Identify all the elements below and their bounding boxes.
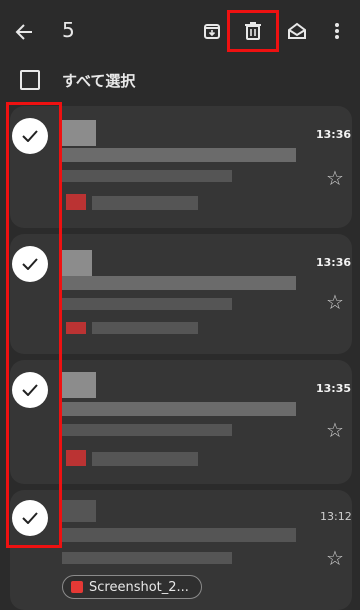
redacted-attachment-name — [92, 196, 198, 210]
email-time: 13:36 — [316, 256, 352, 269]
mark-read-icon[interactable] — [284, 18, 310, 44]
select-all-checkbox[interactable] — [20, 70, 40, 90]
redacted-attachment — [66, 450, 86, 466]
email-time: 13:35 — [316, 382, 352, 395]
redacted-subject — [62, 528, 296, 542]
star-icon[interactable]: ☆ — [326, 548, 344, 568]
trash-icon[interactable] — [240, 18, 266, 44]
redacted-attachment-name — [92, 322, 198, 334]
redacted-snippet — [62, 298, 232, 310]
redacted-snippet — [62, 170, 232, 182]
image-file-icon — [71, 581, 83, 593]
redacted-snippet — [62, 552, 232, 564]
redacted-sender — [62, 120, 96, 146]
email-time: 13:12 — [320, 510, 352, 523]
redacted-subject — [62, 276, 296, 290]
back-arrow-icon[interactable] — [10, 18, 38, 46]
attachment-name: Screenshot_2... — [89, 579, 189, 595]
redacted-subject — [62, 402, 296, 416]
email-time: 13:36 — [316, 128, 352, 141]
redacted-snippet — [62, 424, 232, 436]
redacted-sender — [62, 372, 96, 398]
select-all-label[interactable]: すべて選択 — [62, 70, 135, 91]
selection-highlight-box — [6, 102, 62, 548]
redacted-sender — [62, 500, 96, 522]
archive-icon[interactable] — [199, 18, 225, 44]
more-vert-icon[interactable] — [326, 18, 348, 44]
star-icon[interactable]: ☆ — [326, 292, 344, 312]
redacted-attachment — [66, 194, 86, 210]
star-icon[interactable]: ☆ — [326, 168, 344, 188]
attachment-chip[interactable]: Screenshot_2... — [62, 575, 202, 599]
redacted-attachment — [66, 322, 86, 334]
star-icon[interactable]: ☆ — [326, 420, 344, 440]
selected-count: 5 — [62, 18, 75, 42]
redacted-attachment-name — [92, 452, 198, 466]
redacted-subject — [62, 148, 296, 162]
